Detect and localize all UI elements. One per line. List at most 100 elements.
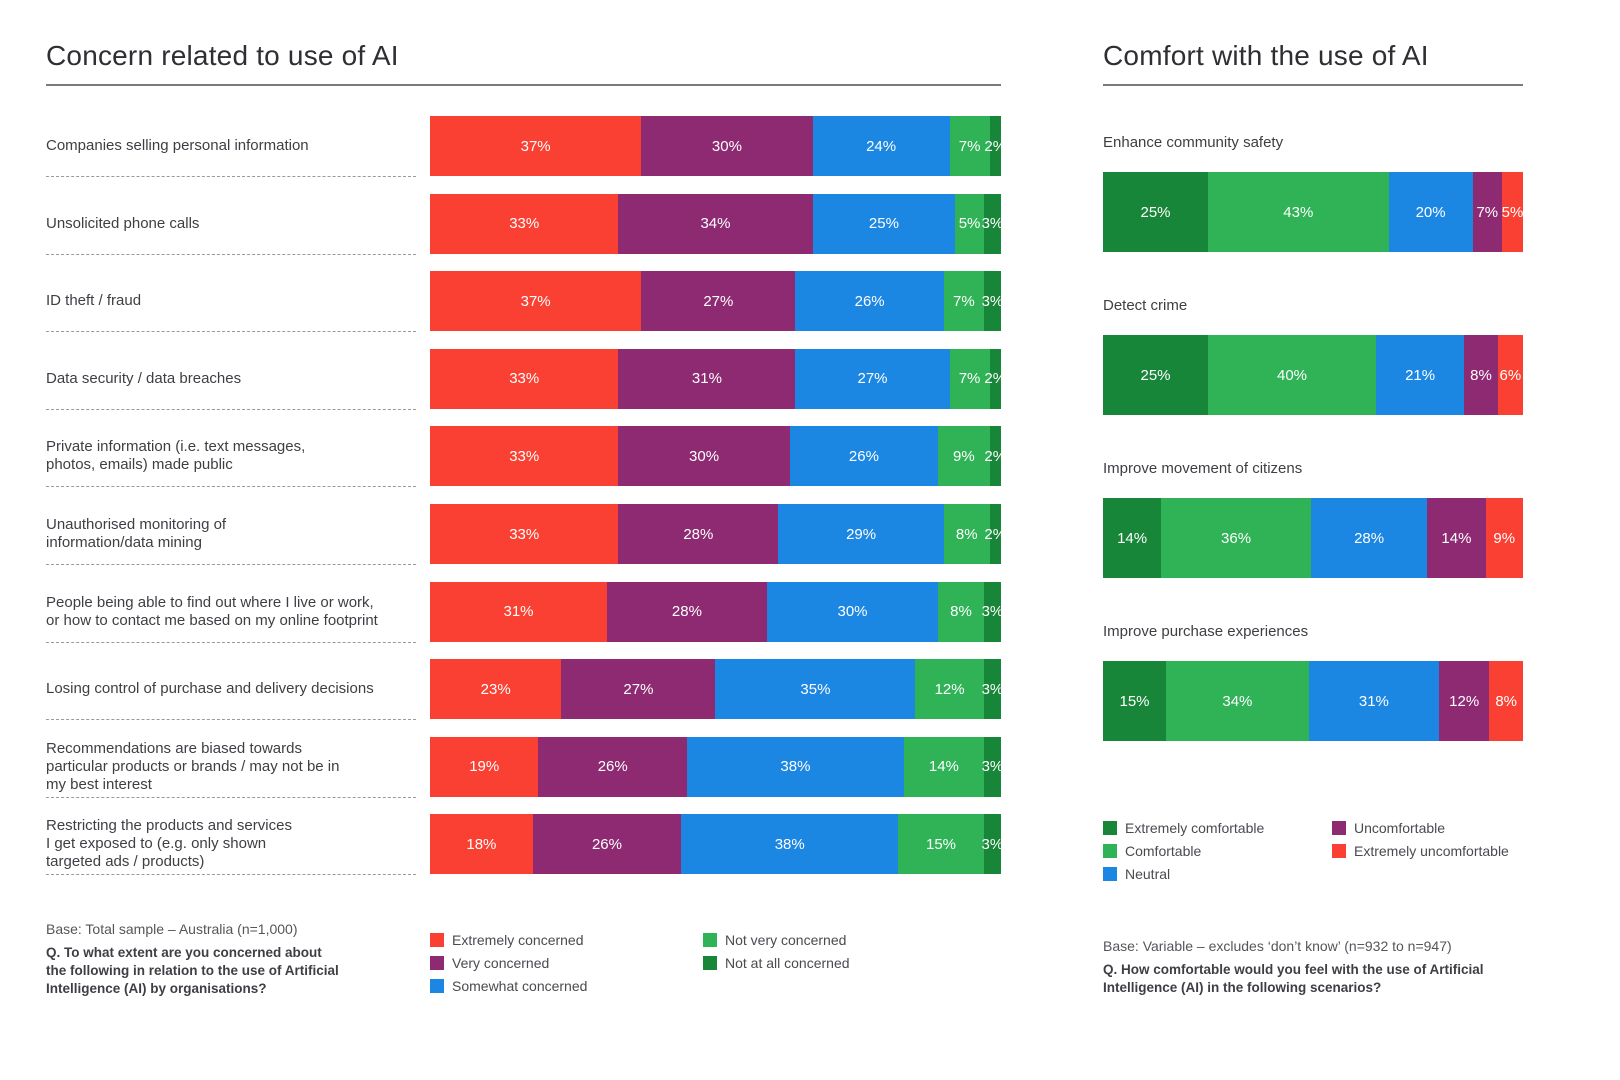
bar-segment-not-very-concerned: 7% — [943, 271, 984, 332]
data-label: 37% — [520, 292, 551, 310]
bar-segment-uncomfortable: 8% — [1464, 335, 1498, 415]
concern-question: Q. To what extent are you concerned abou… — [46, 944, 406, 998]
comfort-question-line: Intelligence (AI) in the following scena… — [1103, 980, 1382, 995]
stacked-bar: 33% 28% 29% 8% 2% — [430, 504, 1006, 564]
data-label: 27% — [857, 370, 888, 388]
bar-segment-not-at-all-concerned: 2% — [984, 504, 1006, 564]
legend-swatch — [430, 978, 444, 993]
data-label: 29% — [846, 525, 877, 543]
bar-segment-uncomfortable: 7% — [1472, 172, 1502, 252]
bar-segment-somewhat-concerned: 26% — [795, 271, 944, 332]
data-label: 8% — [955, 525, 978, 543]
legend-item-not-at-all-concerned: Not at all concerned — [703, 951, 850, 974]
data-label: 30% — [837, 603, 868, 621]
bar-segment-not-very-concerned: 15% — [898, 814, 984, 875]
bar-segment-somewhat-concerned: 25% — [812, 193, 956, 254]
data-label: 26% — [597, 758, 628, 776]
bar-segment-neutral: 21% — [1376, 335, 1465, 415]
legend-label: Very concerned — [452, 954, 550, 971]
bar-segment-extremely-uncomfortable: 5% — [1502, 172, 1523, 252]
legend-item-very-concerned: Very concerned — [430, 951, 587, 974]
data-label: 7% — [953, 292, 975, 310]
bar-segment-extremely-comfortable: 15% — [1103, 661, 1166, 741]
data-label: 2% — [984, 447, 1007, 465]
category-label-line: Unauthorised monitoring of — [46, 516, 227, 533]
category-label-line: targeted ads / products) — [46, 853, 205, 871]
data-label: 15% — [925, 835, 957, 853]
data-label: 23% — [480, 680, 511, 698]
category-label: Unsolicited phone calls — [46, 194, 416, 254]
bar-segment-very-concerned: 27% — [641, 271, 796, 332]
scenario-label: Improve movement of citizens — [1103, 460, 1303, 477]
row-separator — [46, 796, 416, 798]
data-label: 26% — [591, 835, 622, 853]
stacked-bar: 37% 30% 24% 7% 2% — [430, 116, 1006, 176]
bar-segment-very-concerned: 27% — [561, 659, 716, 720]
legend-label: Extremely uncomfortable — [1354, 842, 1509, 859]
data-label: 21% — [1405, 366, 1436, 384]
bar-segment-extremely-uncomfortable: 6% — [1497, 335, 1523, 415]
category-label-line: Private information (i.e. text messages, — [46, 438, 306, 456]
data-label: 38% — [780, 758, 811, 776]
bar-segment-not-very-concerned: 8% — [938, 581, 984, 642]
bar-segment-extremely-uncomfortable: 9% — [1485, 498, 1523, 578]
data-label: 3% — [981, 603, 1004, 621]
data-label: 2% — [984, 525, 1007, 543]
category-label: Recommendations are biased towards partic… — [46, 737, 416, 797]
bar-segment-neutral: 20% — [1388, 172, 1473, 252]
data-label: 2% — [984, 137, 1007, 155]
category-label: People being able to find out where I li… — [46, 582, 416, 642]
legend-item-extremely-uncomfortable: Extremely uncomfortable — [1332, 839, 1509, 862]
bar-segment-not-very-concerned: 12% — [915, 659, 984, 720]
stacked-bar: 19% 26% 38% 14% 3% — [430, 736, 1003, 797]
data-label: 3% — [981, 215, 1004, 233]
stacked-bar: 33% 31% 27% 7% 2% — [430, 348, 1006, 409]
category-label-line: People being able to find out where I li… — [46, 593, 374, 611]
bar-segment-extremely-concerned: 37% — [430, 271, 642, 332]
stacked-bar: 33% 34% 25% 5% 3% — [430, 193, 1004, 254]
bar-segment-not-at-all-concerned: 2% — [984, 116, 1006, 176]
bar-segment-not-very-concerned: 8% — [943, 504, 990, 564]
legend-item-not-very-concerned: Not very concerned — [703, 928, 850, 951]
bar-segment-comfortable: 43% — [1208, 172, 1389, 252]
legend-label: Not very concerned — [725, 931, 847, 948]
data-label: 33% — [509, 215, 540, 233]
bar-segment-not-at-all-concerned: 2% — [984, 426, 1006, 487]
concern-question-line: the following in relation to the use of … — [46, 963, 339, 978]
legend-swatch — [703, 955, 717, 970]
bar-segment-very-concerned: 34% — [618, 193, 813, 254]
bar-segment-very-concerned: 31% — [618, 348, 796, 409]
legend-label: Extremely concerned — [452, 931, 584, 948]
data-label: 25% — [1140, 366, 1171, 384]
data-label: 31% — [1358, 692, 1389, 710]
stacked-bar: 37% 27% 26% 7% 3% — [430, 271, 1003, 332]
bar-segment-extremely-concerned: 33% — [430, 348, 619, 409]
stacked-bar: 23% 27% 35% 12% 3% — [430, 659, 1003, 720]
bar-segment-comfortable: 34% — [1166, 661, 1309, 741]
bar-segment-comfortable: 40% — [1208, 335, 1376, 415]
bar-segment-extremely-concerned: 37% — [430, 116, 642, 176]
bar-segment-extremely-concerned: 18% — [430, 814, 533, 875]
data-label: 27% — [623, 680, 654, 698]
bar-segment-somewhat-concerned: 27% — [795, 348, 950, 409]
category-label-line: photos, emails) made public — [46, 456, 233, 474]
bar-segment-not-very-concerned: 14% — [903, 736, 984, 797]
data-label: 35% — [800, 680, 831, 698]
bar-segment-somewhat-concerned: 35% — [715, 659, 916, 720]
bar-segment-extremely-concerned: 33% — [430, 426, 619, 487]
data-label: 36% — [1221, 529, 1252, 547]
bar-segment-somewhat-concerned: 24% — [812, 116, 950, 176]
legend-item-somewhat-concerned: Somewhat concerned — [430, 974, 587, 997]
row-separator — [46, 408, 416, 410]
data-label: 26% — [854, 292, 885, 310]
concern-chart-title: Concern related to use of AI — [46, 40, 399, 71]
row-separator — [46, 486, 416, 488]
legend-swatch — [1103, 820, 1117, 835]
bar-segment-uncomfortable: 14% — [1427, 498, 1486, 578]
bar-segment-extremely-concerned: 31% — [430, 581, 607, 642]
bar-segment-extremely-comfortable: 25% — [1103, 172, 1208, 252]
data-label: 2% — [984, 370, 1007, 388]
data-label: 30% — [689, 447, 720, 465]
bar-segment-not-at-all-concerned: 3% — [982, 814, 1003, 875]
category-label-line: I get exposed to (e.g. only shown — [46, 835, 267, 853]
